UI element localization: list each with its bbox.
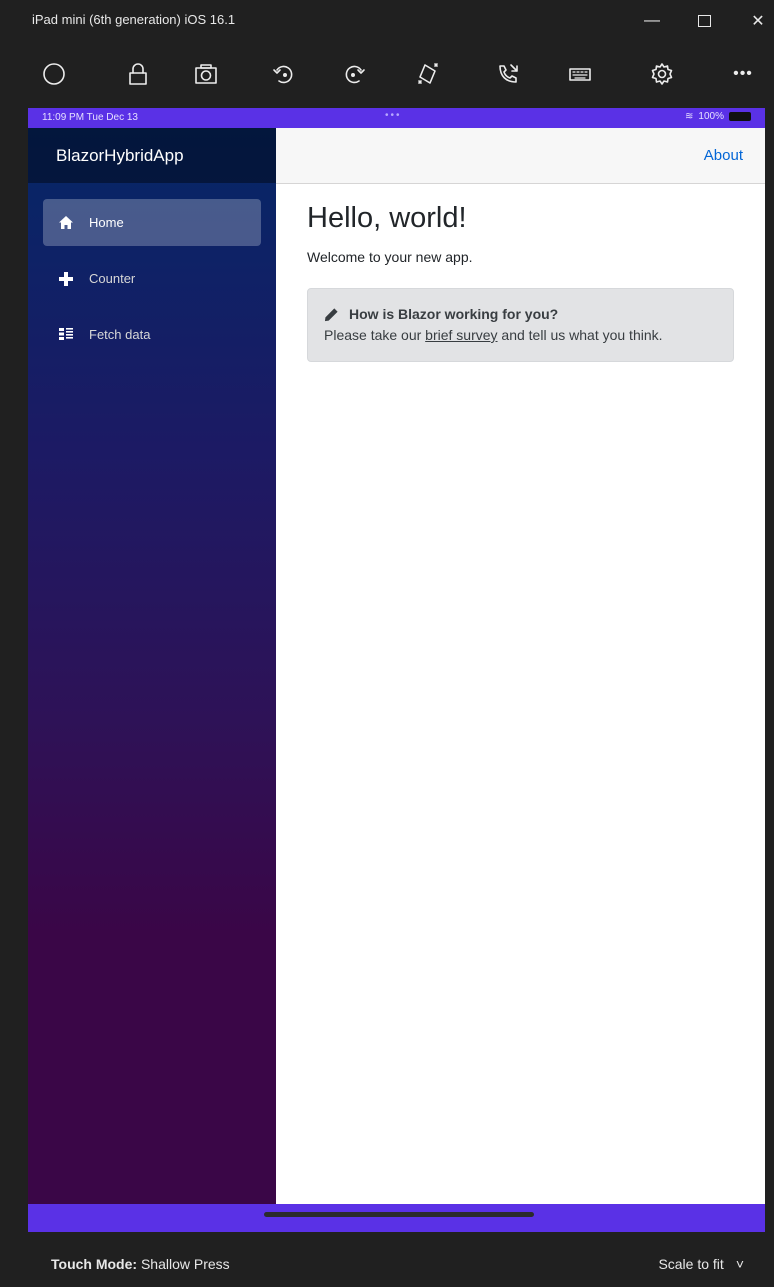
- nav-item-fetch-data[interactable]: Fetch data: [43, 311, 261, 358]
- rotate-left-icon: [273, 65, 293, 84]
- simulator-bottom-bar: Touch Mode: Shallow Press Scale to fit ˅: [0, 1250, 774, 1280]
- lock-icon: [129, 63, 147, 85]
- main-panel: About Hello, world! Welcome to your new …: [276, 128, 765, 1204]
- battery-percent: 100%: [698, 111, 724, 122]
- screenshot-button[interactable]: [184, 54, 228, 94]
- welcome-text: Welcome to your new app.: [307, 249, 473, 265]
- window-titlebar: iPad mini (6th generation) iOS 16.1 — ✕: [0, 0, 774, 46]
- status-battery: ≋ 100%: [685, 111, 751, 122]
- page-title: Hello, world!: [307, 202, 467, 234]
- survey-prompt: How is Blazor working for you? Please ta…: [307, 288, 734, 362]
- home-icon: [43, 63, 65, 85]
- maximize-icon: [697, 15, 711, 27]
- settings-icon: [651, 63, 673, 85]
- rotate-right-button[interactable]: [332, 54, 376, 94]
- maximize-button[interactable]: [684, 6, 724, 36]
- survey-prefix: Please take our: [324, 327, 426, 343]
- nav-item-label: Counter: [89, 271, 136, 286]
- simulator-toolbar: •••: [0, 54, 774, 98]
- ios-status-bar: 11:09 PM Tue Dec 13 ••• ≋ 100%: [28, 108, 765, 128]
- survey-suffix: and tell us what you think.: [497, 327, 663, 343]
- call-button[interactable]: [486, 54, 530, 94]
- pencil-icon: [324, 307, 338, 321]
- screenshot-icon: [195, 64, 217, 84]
- nav-item-label: Fetch data: [89, 327, 151, 342]
- survey-title: How is Blazor working for you?: [324, 306, 717, 322]
- rotate-right-icon: [345, 65, 365, 84]
- nav-item-home[interactable]: Home: [43, 199, 261, 246]
- app-screen: BlazorHybridApp Home Counter Fetch data …: [28, 128, 765, 1204]
- battery-icon: [729, 112, 751, 121]
- scale-dropdown[interactable]: Scale to fit ˅: [658, 1256, 744, 1272]
- home-button[interactable]: [32, 54, 76, 94]
- window-title: iPad mini (6th generation) iOS 16.1: [32, 12, 236, 27]
- close-button[interactable]: ✕: [738, 6, 774, 36]
- scale-value: Scale to fit: [658, 1256, 724, 1272]
- more-button[interactable]: •••: [718, 54, 768, 94]
- keyboard-icon: [569, 68, 591, 81]
- shake-button[interactable]: [406, 54, 450, 94]
- page-content: Hello, world! Welcome to your new app. H…: [276, 184, 765, 362]
- navbar-brand[interactable]: BlazorHybridApp: [28, 128, 276, 183]
- touch-mode-label: Touch Mode:: [51, 1256, 138, 1272]
- survey-body: Please take our brief survey and tell us…: [324, 327, 717, 343]
- sidebar: BlazorHybridApp Home Counter Fetch data: [28, 128, 276, 1204]
- multitask-dots[interactable]: •••: [385, 110, 402, 121]
- device-frame: 11:09 PM Tue Dec 13 ••• ≋ 100% BlazorHyb…: [28, 108, 765, 1232]
- list-icon: [57, 326, 75, 344]
- home-indicator[interactable]: [264, 1212, 534, 1217]
- brand-label: BlazorHybridApp: [56, 145, 184, 165]
- plus-icon: [57, 270, 75, 288]
- lock-button[interactable]: [116, 54, 160, 94]
- minimize-button[interactable]: —: [632, 6, 672, 36]
- status-time: 11:09 PM Tue Dec 13: [42, 112, 138, 123]
- shake-icon: [418, 63, 438, 84]
- call-icon: [499, 64, 518, 83]
- rotate-left-button[interactable]: [262, 54, 306, 94]
- survey-title-text: How is Blazor working for you?: [349, 306, 559, 322]
- touch-mode[interactable]: Touch Mode: Shallow Press: [51, 1256, 230, 1272]
- survey-link[interactable]: brief survey: [425, 327, 497, 343]
- top-row: About: [276, 128, 765, 184]
- chevron-down-icon: ˅: [735, 1256, 744, 1272]
- keyboard-button[interactable]: [558, 54, 602, 94]
- settings-button[interactable]: [640, 54, 684, 94]
- about-link[interactable]: About: [704, 147, 743, 164]
- touch-mode-value: Shallow Press: [140, 1256, 230, 1272]
- home-icon: [57, 214, 75, 232]
- nav-item-counter[interactable]: Counter: [43, 255, 261, 302]
- nav-menu: Home Counter Fetch data: [28, 183, 276, 358]
- nav-item-label: Home: [89, 215, 124, 230]
- wifi-icon: ≋: [685, 111, 694, 122]
